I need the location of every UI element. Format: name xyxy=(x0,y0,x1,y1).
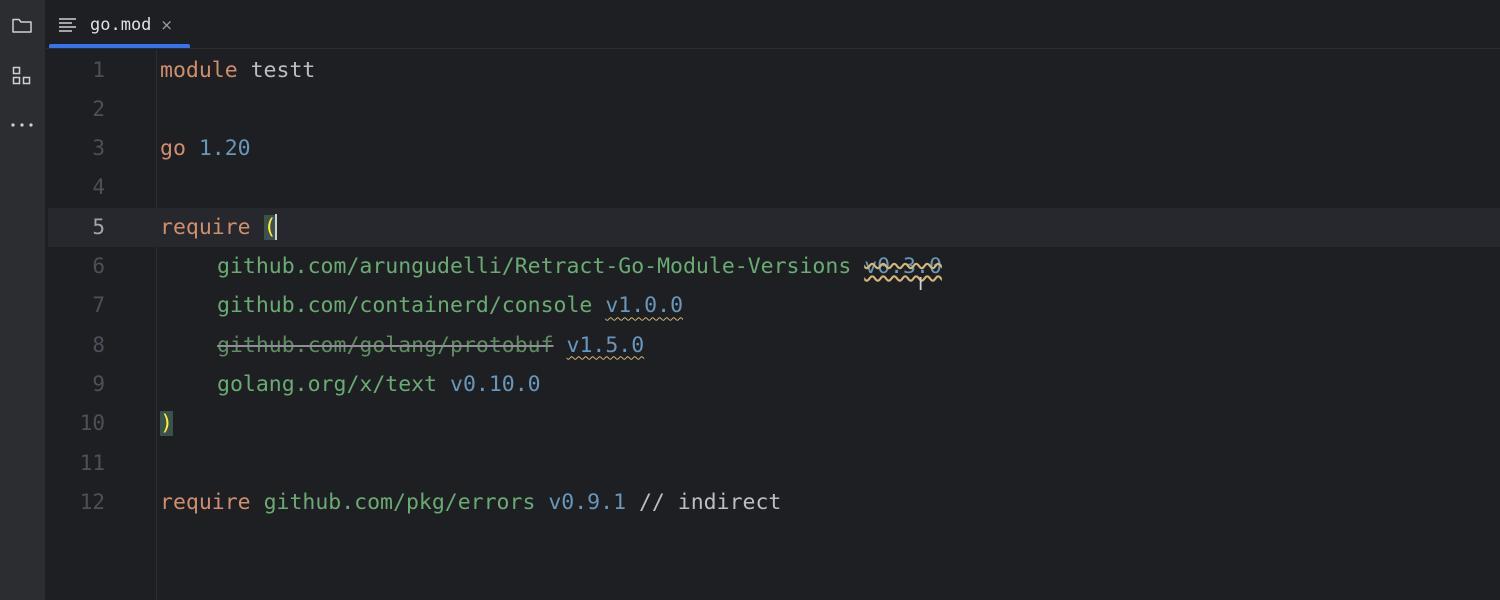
code-text: go 1.20 xyxy=(160,129,251,168)
code-editor[interactable]: 1 module testt 2 3 go 1.20 4 5 require ( 6 github… xyxy=(48,50,1500,600)
line-number: 8 xyxy=(92,332,105,357)
line-number: 3 xyxy=(92,136,105,161)
code-token: // indirect xyxy=(626,489,782,515)
code-line[interactable]: 4 xyxy=(48,168,1500,207)
code-text: require github.com/pkg/errors v0.9.1 // … xyxy=(160,483,781,522)
line-number: 12 xyxy=(79,489,105,514)
code-token: module xyxy=(160,57,238,83)
tool-window-strip xyxy=(0,0,46,600)
code-text: module testt xyxy=(160,51,315,90)
line-number: 10 xyxy=(79,411,105,436)
more-tools-button[interactable] xyxy=(7,110,37,140)
line-number: 1 xyxy=(92,57,105,82)
editor-tab-bar: go.mod × xyxy=(46,0,1500,49)
code-line[interactable]: 9 golang.org/x/text v0.10.0 xyxy=(48,365,1500,404)
code-token: go xyxy=(160,136,186,162)
code-line[interactable]: 1 module testt xyxy=(48,51,1500,90)
code-text: ) xyxy=(160,404,173,443)
ide-window: go.mod × 1 module testt 2 3 go 1.20 4 5 require… xyxy=(0,0,1500,600)
code-token: v0.3.0 xyxy=(864,254,942,279)
code-line[interactable]: 5 require ( xyxy=(48,207,1500,247)
code-text: github.com/containerd/console v1.0.0 xyxy=(160,286,683,325)
code-text: golang.org/x/text v0.10.0 xyxy=(160,365,541,404)
code-token: github.com/golang/protobuf xyxy=(217,332,554,358)
code-token: require xyxy=(160,489,251,515)
code-token: v1.0.0 xyxy=(605,293,684,319)
more-horizontal-icon xyxy=(10,121,34,129)
code-token: 1.20 xyxy=(198,136,251,162)
line-number: 6 xyxy=(92,254,105,278)
close-icon[interactable]: × xyxy=(160,16,173,34)
line-number: 9 xyxy=(92,371,105,396)
code-line[interactable]: 12 require github.com/pkg/errors v0.9.1 /… xyxy=(48,483,1500,522)
code-line[interactable]: 11 xyxy=(48,444,1500,483)
code-line[interactable]: 6 github.com/arungudelli/Retract-Go-Modul… xyxy=(48,247,1500,286)
code-text: github.com/golang/protobuf v1.5.0 xyxy=(160,326,644,365)
text-caret xyxy=(274,213,277,240)
line-number: 5 xyxy=(92,214,105,239)
active-tab-indicator xyxy=(49,44,190,48)
code-token: v1.5.0 xyxy=(566,332,645,358)
code-token: v0.10.0 xyxy=(450,371,541,397)
code-token: require xyxy=(160,214,251,240)
tab-label: go.mod xyxy=(90,14,152,35)
code-token: v0.9.1 xyxy=(548,489,627,515)
code-line[interactable]: 8 github.com/golang/protobuf v1.5.0 xyxy=(48,326,1500,365)
project-tool-button[interactable] xyxy=(7,10,37,40)
tab-go-mod[interactable]: go.mod × xyxy=(49,0,190,49)
code-line[interactable]: 3 go 1.20 xyxy=(48,129,1500,168)
structure-tool-button[interactable] xyxy=(7,61,37,91)
folder-icon xyxy=(11,15,33,35)
matched-paren: ) xyxy=(160,411,173,437)
structure-icon xyxy=(11,65,33,87)
code-line[interactable]: 7 github.com/containerd/console v1.0.0 xyxy=(48,286,1500,325)
code-token: testt xyxy=(237,57,316,83)
code-line[interactable]: 2 xyxy=(48,90,1500,129)
text-cursor-icon: I xyxy=(918,274,924,295)
text-file-icon xyxy=(58,16,78,34)
code-text: github.com/arungudelli/Retract-Go-Module… xyxy=(160,247,942,286)
code-line[interactable]: 10) xyxy=(48,404,1500,443)
line-number: 11 xyxy=(79,450,105,475)
code-token: github.com/containerd/console xyxy=(217,293,593,319)
code-token: github.com/pkg/errors xyxy=(263,489,536,515)
code-token: golang.org/x/text xyxy=(217,371,438,397)
code-text: require ( xyxy=(160,208,277,247)
line-number: 2 xyxy=(92,96,105,121)
code-token: github.com/arungudelli/Retract-Go-Module… xyxy=(217,254,852,279)
line-number: 7 xyxy=(92,293,105,318)
line-number: 4 xyxy=(92,175,105,200)
